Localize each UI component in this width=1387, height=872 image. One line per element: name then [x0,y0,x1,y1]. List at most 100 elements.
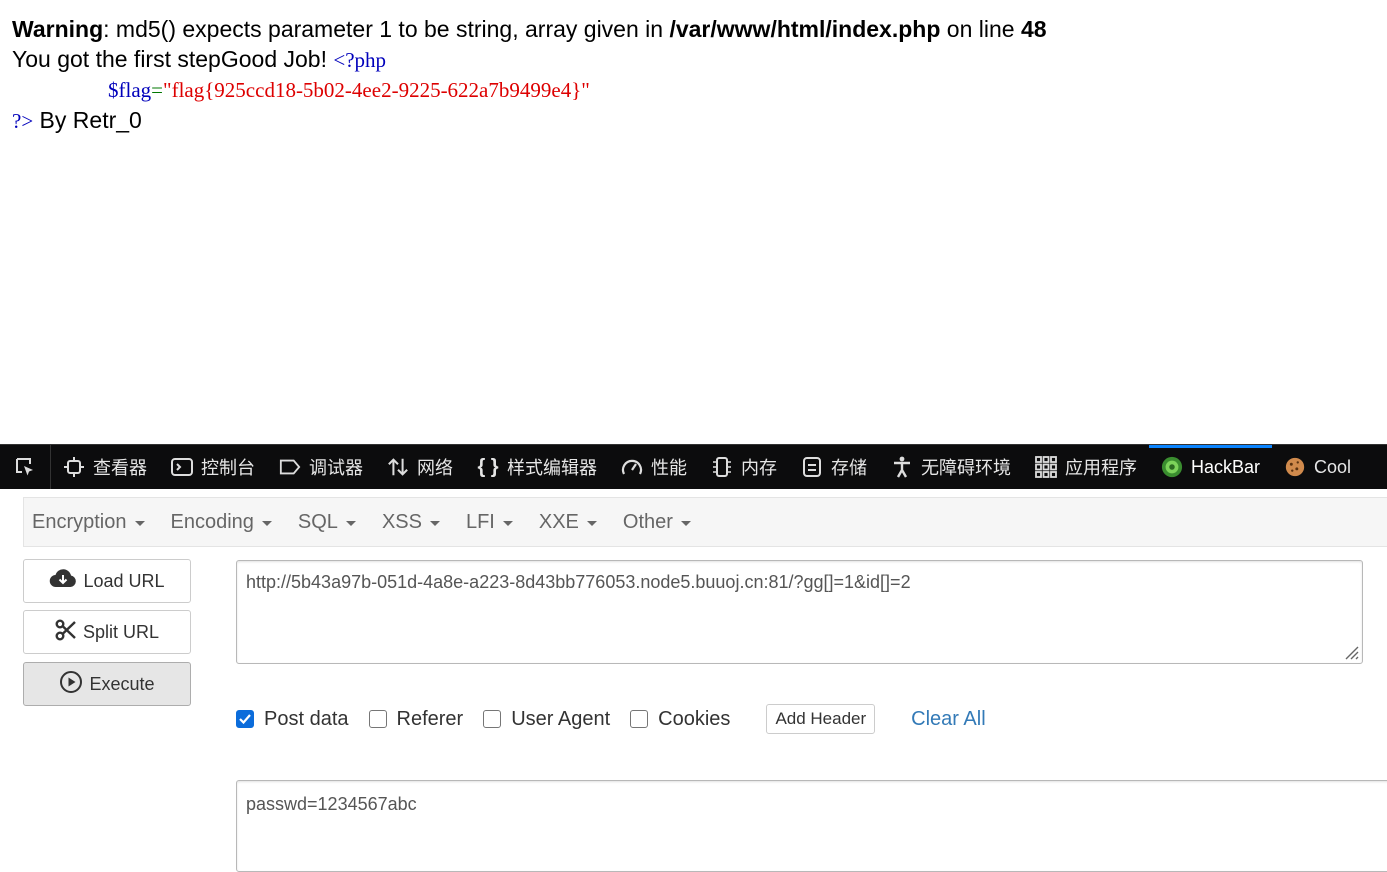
load-url-button[interactable]: Load URL [23,559,191,603]
menu-label: Other [622,510,673,533]
tab-style-editor[interactable]: { } 样式编辑器 [465,445,609,489]
memory-icon [711,456,733,478]
user-agent-checkbox[interactable] [483,710,502,728]
add-header-button[interactable]: Add Header [766,704,876,734]
split-url-label: Split URL [82,621,160,642]
tab-label: Cool [1314,456,1352,477]
tab-label: 内存 [741,458,777,478]
warning-label: Warning [12,16,104,42]
php-close-tag: ?> [12,109,34,133]
play-circle-icon [59,670,83,699]
warning-message: : md5() expects parameter 1 to be string… [103,16,670,42]
menu-label: XSS [381,510,422,533]
flag-value: "flag{925ccd18-5b02-4ee2-9225-622a7b9499… [163,78,590,102]
devtools-toolbar: 查看器 控制台 调试器 网络 { } 样式编辑器 性能 内存 存储 无障碍环境 … [0,444,1387,489]
application-icon [1035,456,1057,478]
tab-performance[interactable]: 性能 [609,445,699,489]
menu-label: Encryption [32,510,127,533]
chevron-down-icon [261,520,272,526]
menu-encoding[interactable]: Encoding [163,511,284,534]
cloud-download-icon [49,568,77,594]
post-data-textarea[interactable]: passwd=1234567abc [236,780,1387,872]
menu-lfi[interactable]: LFI [458,511,525,534]
execute-button[interactable]: Execute [23,662,191,706]
tab-label: HackBar [1191,456,1261,477]
tab-label: 性能 [651,458,687,478]
resize-grip-icon[interactable] [1341,642,1359,660]
tab-label: 调试器 [309,458,363,478]
menu-encryption[interactable]: Encryption [24,511,157,534]
tab-cookies[interactable]: Cool [1272,445,1363,489]
console-icon [171,456,193,478]
menu-label: XXE [538,510,579,533]
tab-label: 查看器 [93,458,147,478]
menu-sql[interactable]: SQL [290,511,368,534]
referer-checkbox[interactable] [368,710,387,728]
debugger-icon [279,456,301,478]
flag-line: $flag="flag{925ccd18-5b02-4ee2-9225-622a… [12,75,1382,105]
network-icon [387,456,409,478]
menu-xxe[interactable]: XXE [531,511,609,534]
chevron-down-icon [134,520,145,526]
step-text: You got the first stepGood Job! [12,46,334,72]
style-editor-icon: { } [477,455,499,478]
cookies-checkbox[interactable] [630,710,649,728]
tab-memory[interactable]: 内存 [699,445,789,489]
tab-label: 网络 [417,458,453,478]
hackbar-panel: Encryption Encoding SQL XSS LFI XXE Othe… [0,489,1387,872]
menu-xss[interactable]: XSS [374,511,452,534]
tab-network[interactable]: 网络 [375,445,465,489]
tab-accessibility[interactable]: 无障碍环境 [879,445,1023,489]
php-warning: Warning: md5() expects parameter 1 to be… [12,14,1382,44]
warning-online: on line [940,16,1021,42]
scissors-icon [55,619,77,646]
post-data-value: passwd=1234567abc [246,794,417,814]
flag-equals: = [151,78,163,102]
url-textarea[interactable]: http://5b43a97b-051d-4a8e-a223-8d43bb776… [236,560,1363,664]
hackbar-icon [1161,456,1183,478]
accessibility-icon [891,456,913,478]
cookies-option[interactable]: Cookies [630,708,730,731]
referer-label: Referer [396,707,464,730]
clear-all-link[interactable]: Clear All [911,708,985,731]
hackbar-menu: Encryption Encoding SQL XSS LFI XXE Othe… [23,497,1387,547]
performance-icon [621,456,643,478]
menu-other[interactable]: Other [615,511,703,534]
chevron-down-icon [680,520,691,526]
user-agent-label: User Agent [511,707,611,730]
tab-inspector[interactable]: 查看器 [51,445,159,489]
inspector-icon [63,456,85,478]
by-text: By Retr_0 [33,107,142,133]
page-output: Warning: md5() expects parameter 1 to be… [12,14,1382,136]
php-open-tag: <?php [333,48,387,72]
chevron-down-icon [429,520,440,526]
tab-application[interactable]: 应用程序 [1023,445,1149,489]
warning-line: 48 [1020,16,1047,42]
tab-storage[interactable]: 存储 [789,445,879,489]
tab-console[interactable]: 控制台 [159,445,267,489]
tab-debugger[interactable]: 调试器 [267,445,375,489]
warning-file: /var/www/html/index.php [669,16,941,42]
tab-hackbar[interactable]: HackBar [1149,445,1273,489]
tab-label: 应用程序 [1065,458,1137,478]
execute-label: Execute [89,673,155,694]
element-picker-icon[interactable] [0,445,51,489]
storage-icon [801,456,823,478]
url-value: http://5b43a97b-051d-4a8e-a223-8d43bb776… [246,572,911,592]
tab-label: 样式编辑器 [507,458,597,478]
chevron-down-icon [345,520,356,526]
options-row: Post data Referer User Agent Cookies Add… [236,703,986,735]
tab-label: 无障碍环境 [921,458,1011,478]
split-url-button[interactable]: Split URL [23,610,191,654]
post-data-label: Post data [264,707,349,730]
user-agent-option[interactable]: User Agent [483,708,610,731]
post-data-checkbox[interactable] [236,710,254,728]
post-data-option[interactable]: Post data [236,708,349,731]
referer-option[interactable]: Referer [368,707,464,731]
close-line: ?> By Retr_0 [12,105,1382,136]
cookies-label: Cookies [658,707,731,730]
tab-label: 存储 [831,458,867,478]
menu-label: SQL [297,510,338,533]
load-url-label: Load URL [83,570,165,591]
tab-label: 控制台 [201,458,255,478]
